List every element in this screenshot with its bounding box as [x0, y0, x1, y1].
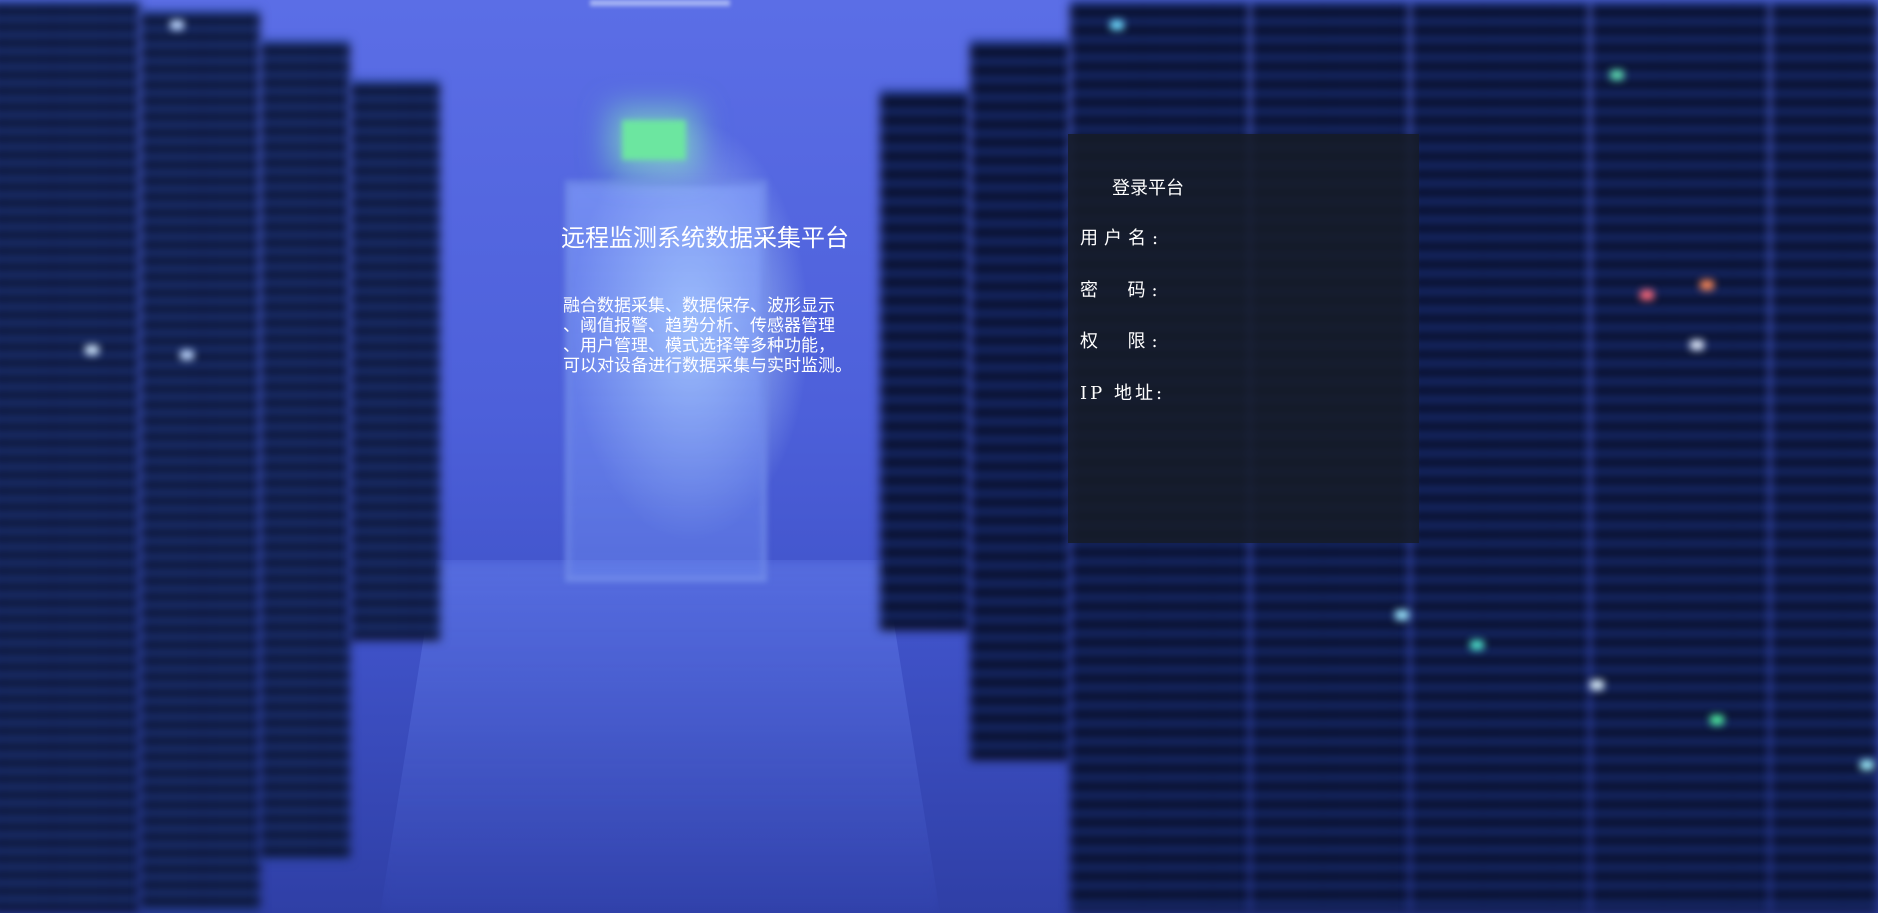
- corridor-floor: [380, 560, 940, 913]
- status-led: [1395, 610, 1409, 620]
- status-led: [1110, 20, 1124, 30]
- description-line: 、用户管理、模式选择等多种功能，: [563, 336, 835, 356]
- status-led: [180, 350, 194, 360]
- password-label: 密 码:: [1080, 280, 1164, 301]
- password-input[interactable]: [1170, 275, 1400, 303]
- server-rack: [1590, 0, 1770, 913]
- permission-field: 权 限:: [1080, 326, 1400, 354]
- status-led: [170, 20, 184, 30]
- status-led: [1610, 70, 1624, 80]
- platform-description: 融合数据采集、数据保存、波形显示 、阈值报警、趋势分析、传感器管理 、用户管理、…: [563, 296, 903, 376]
- server-rack: [1410, 0, 1590, 913]
- exit-sign: [622, 120, 686, 160]
- permission-input[interactable]: [1170, 326, 1400, 354]
- status-led: [1700, 280, 1714, 290]
- status-led: [1470, 640, 1484, 650]
- server-rack: [970, 40, 1070, 760]
- description-line: 可以对设备进行数据采集与实时监测。: [563, 356, 852, 376]
- status-led: [1590, 680, 1604, 690]
- description-line: 、阈值报警、趋势分析、传感器管理: [563, 316, 835, 336]
- username-input[interactable]: [1170, 223, 1400, 251]
- server-rack: [140, 10, 260, 913]
- server-rack: [0, 0, 140, 913]
- status-led: [1710, 715, 1724, 725]
- permission-label: 权 限:: [1080, 331, 1164, 352]
- background-server-room: [0, 0, 1878, 913]
- ip-address-field: IP 地址:: [1080, 378, 1400, 406]
- password-field: 密 码:: [1080, 275, 1400, 303]
- server-rack: [1770, 0, 1878, 913]
- username-field: 用户名:: [1080, 223, 1400, 251]
- login-title: 登录平台: [1112, 178, 1184, 199]
- status-led: [85, 345, 99, 355]
- status-led: [1690, 340, 1704, 350]
- username-label: 用户名:: [1080, 228, 1165, 249]
- ceiling-light: [590, 0, 730, 6]
- server-rack: [350, 80, 440, 640]
- ip-address-label: IP 地址:: [1080, 383, 1166, 404]
- description-line: 融合数据采集、数据保存、波形显示: [563, 296, 835, 316]
- login-panel: 登录平台 用户名: 密 码: 权 限: IP 地址:: [1068, 134, 1419, 543]
- server-rack: [260, 40, 350, 860]
- status-led: [1640, 290, 1654, 300]
- platform-title: 远程监测系统数据采集平台: [561, 224, 849, 252]
- status-led: [1860, 760, 1874, 770]
- ip-address-input[interactable]: [1170, 378, 1400, 406]
